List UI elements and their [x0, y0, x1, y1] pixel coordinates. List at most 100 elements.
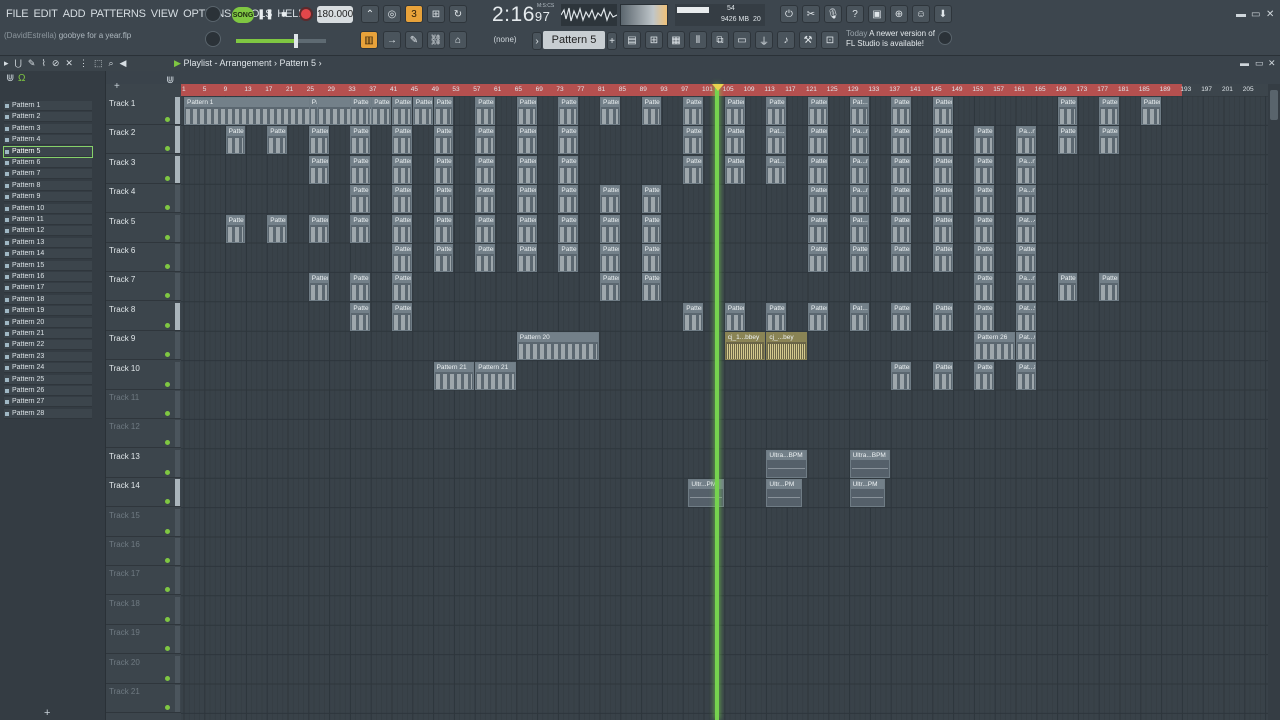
- track-header[interactable]: Track 6: [106, 243, 181, 272]
- pattern-clip[interactable]: Pattern 4: [475, 155, 495, 184]
- pattern-clip[interactable]: Pattern 13: [308, 273, 329, 302]
- pattern-clip[interactable]: Pattern 15: [516, 214, 537, 243]
- pattern-clip[interactable]: Pattern 17: [516, 244, 537, 272]
- wait-input-icon[interactable]: ◎: [383, 5, 401, 23]
- pattern-clip[interactable]: Pattern 18: [766, 302, 787, 331]
- pattern-clip[interactable]: Pattern 3: [1057, 126, 1078, 155]
- pattern-clip[interactable]: Pattern 23: [932, 97, 953, 125]
- pattern-clip[interactable]: Pattern 21: [433, 361, 475, 390]
- track-mute-led[interactable]: [165, 234, 170, 240]
- song-mode-toggle[interactable]: SONG: [232, 7, 254, 23]
- pattern-clip[interactable]: Pattern 17: [600, 244, 620, 272]
- playlist-icon[interactable]: ▤: [623, 31, 641, 49]
- track-header[interactable]: Track 3: [106, 155, 181, 184]
- pattern-clip[interactable]: Pattern 14: [433, 214, 454, 243]
- playlist-maximize-icon[interactable]: ▭: [1255, 58, 1264, 69]
- pattern-clip[interactable]: Pattern 3: [350, 126, 371, 155]
- track-header[interactable]: Track 15: [106, 508, 181, 537]
- mute-icon[interactable]: ✕: [65, 58, 73, 69]
- paint-icon[interactable]: ⌇: [41, 58, 45, 69]
- pattern-clip[interactable]: Pattern 25: [932, 244, 953, 272]
- arrow-icon[interactable]: →: [383, 31, 401, 49]
- track-header[interactable]: Track 12: [106, 419, 181, 449]
- track-mute-led[interactable]: [165, 499, 170, 505]
- pattern-clip[interactable]: Pattern 18: [683, 302, 703, 331]
- track-mute-led[interactable]: [165, 381, 170, 387]
- plugin-icon[interactable]: ⊕: [890, 5, 908, 23]
- pattern-clip[interactable]: Pattern 2: [891, 155, 911, 184]
- pattern-clip[interactable]: Pattern 4: [433, 155, 454, 184]
- pattern-clip[interactable]: Pattern 3: [475, 126, 495, 155]
- add-pattern-icon[interactable]: +: [607, 32, 617, 50]
- pattern-clip[interactable]: Pattern 19: [974, 302, 995, 331]
- pattern-list-item[interactable]: Pattern 12: [4, 226, 92, 237]
- wrench-icon[interactable]: ⚒: [799, 31, 817, 49]
- pattern-clip[interactable]: Pattern 7: [641, 185, 662, 214]
- pattern-list-item[interactable]: Pattern 13: [4, 237, 92, 248]
- pattern-clip[interactable]: Pattern 17: [641, 244, 662, 272]
- pattern-clip[interactable]: Pattern 1: [516, 97, 537, 125]
- pattern-clip[interactable]: Pattern 27: [932, 361, 953, 390]
- plugin-picker-icon[interactable]: ⧉: [711, 31, 729, 49]
- pattern-clip[interactable]: Pattern 6: [932, 185, 953, 214]
- audio-clip[interactable]: cj_1...bbey: [724, 332, 766, 361]
- menu-edit[interactable]: EDIT: [33, 8, 57, 20]
- automation-clip[interactable]: Ultr...PM: [766, 479, 802, 508]
- snap-select[interactable]: (none): [482, 33, 528, 47]
- track-mute-led[interactable]: [165, 440, 170, 446]
- pattern-clip[interactable]: Pattern 2: [1140, 97, 1161, 125]
- pattern-clip[interactable]: Pattern 7: [600, 185, 620, 214]
- metronome-icon[interactable]: ⌃: [361, 5, 379, 23]
- pattern-clip[interactable]: Pa...n 2: [1016, 155, 1036, 184]
- menu-view[interactable]: VIEW: [151, 8, 179, 20]
- track-mute-led[interactable]: [165, 322, 170, 328]
- pattern-list-item[interactable]: Pattern 21: [4, 329, 92, 339]
- track-header[interactable]: Track 5: [106, 214, 181, 243]
- pattern-clip[interactable]: Pa...n 5: [849, 185, 870, 214]
- track-mute-led[interactable]: [165, 616, 170, 622]
- pattern-clip[interactable]: Pattern 12: [392, 244, 412, 272]
- pattern-list-item[interactable]: Pattern 11: [4, 215, 92, 225]
- pattern-clip[interactable]: Pattern 7: [516, 185, 537, 214]
- pattern-clip[interactable]: Pattern 3: [558, 126, 579, 155]
- track-mute-led[interactable]: [165, 705, 170, 710]
- pattern-list-item[interactable]: Pattern 25: [4, 374, 92, 385]
- pattern-list-item[interactable]: Pattern 9: [4, 192, 92, 203]
- brush-icon[interactable]: ✎: [405, 31, 423, 49]
- pattern-list-item[interactable]: Pattern 23: [4, 351, 92, 362]
- pattern-clip[interactable]: Pattern 25: [849, 244, 870, 272]
- pattern-clip[interactable]: Pattern 9: [308, 214, 329, 243]
- pattern-clip[interactable]: Pattern 3: [392, 126, 412, 155]
- pattern-clip[interactable]: Pattern 3: [974, 126, 995, 155]
- pattern-clip[interactable]: Pattern 1: [350, 97, 371, 125]
- browser-icon[interactable]: ▭: [733, 31, 751, 49]
- pattern-list-item[interactable]: Pattern 7: [4, 169, 92, 180]
- pattern-clip[interactable]: Pat...8: [1016, 361, 1036, 390]
- pattern-clip[interactable]: Pattern 8: [267, 214, 287, 243]
- track-mute-led[interactable]: [165, 293, 170, 299]
- mixer-icon[interactable]: ⫴: [689, 31, 707, 49]
- playhead-marker[interactable]: [715, 84, 719, 720]
- pattern-clip[interactable]: Pattern 2: [808, 155, 828, 184]
- pattern-clip[interactable]: Pattern 18: [392, 302, 412, 331]
- help-icon[interactable]: ?: [846, 5, 864, 23]
- pattern-clip[interactable]: Pattern 16: [558, 214, 579, 243]
- track-header[interactable]: Track 18: [106, 596, 181, 625]
- pattern-clip[interactable]: Pattern 1: [475, 97, 495, 125]
- pattern-clip[interactable]: Pattern 22: [1057, 273, 1078, 302]
- loop-record-icon[interactable]: ↻: [449, 5, 467, 23]
- pattern-clip[interactable]: Pa...n 3: [849, 126, 870, 155]
- pattern-clip[interactable]: Pattern 7: [475, 185, 495, 214]
- pattern-clip[interactable]: Pattern 25: [808, 244, 828, 272]
- track-mute-led[interactable]: [165, 146, 170, 152]
- pattern-clip[interactable]: Pattern 19: [891, 302, 911, 331]
- pattern-clip[interactable]: Pat...rn 4: [766, 155, 787, 184]
- track-header[interactable]: Track 17: [106, 566, 181, 596]
- pattern-clip[interactable]: Pattern 24: [808, 214, 828, 243]
- pattern-clip[interactable]: Pattern 18: [808, 302, 828, 331]
- countdown-icon[interactable]: 3: [405, 5, 423, 23]
- select-icon[interactable]: ⬚: [94, 58, 103, 69]
- pattern-clip[interactable]: Pattern 16: [641, 214, 662, 243]
- pattern-clip[interactable]: Pattern 2: [974, 155, 995, 184]
- pattern-clip[interactable]: Pattern 14: [600, 214, 620, 243]
